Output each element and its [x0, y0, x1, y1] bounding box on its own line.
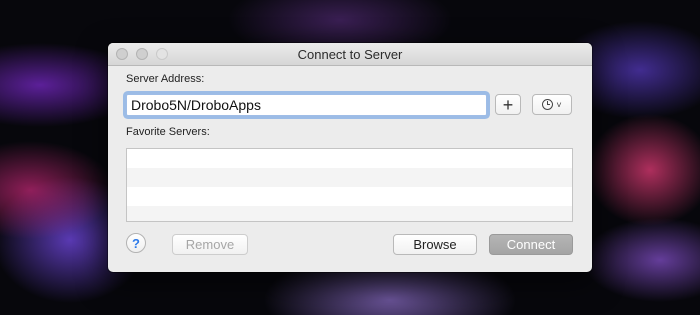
recent-servers-button[interactable]: ˅	[532, 94, 572, 115]
favorite-servers-label: Favorite Servers:	[126, 126, 210, 138]
connect-button[interactable]: Connect	[489, 234, 573, 255]
window-title: Connect to Server	[297, 47, 403, 62]
question-mark-icon: ?	[132, 235, 140, 251]
list-item	[127, 206, 572, 221]
clock-icon	[542, 99, 554, 110]
plus-icon: +	[502, 94, 514, 115]
server-address-label: Server Address:	[126, 73, 205, 85]
list-item	[127, 168, 572, 187]
browse-button[interactable]: Browse	[393, 234, 477, 255]
connect-to-server-window: Connect to Server Server Address: + ˅ Fa…	[108, 43, 592, 272]
chevron-down-icon: ˅	[556, 99, 562, 110]
favorite-servers-list[interactable]	[126, 148, 573, 222]
list-item	[127, 149, 572, 168]
title-bar[interactable]: Connect to Server	[108, 43, 592, 66]
add-favorite-button[interactable]: +	[495, 94, 521, 115]
help-button[interactable]: ?	[126, 233, 146, 253]
list-item	[127, 187, 572, 206]
remove-button[interactable]: Remove	[172, 234, 248, 255]
server-address-input[interactable]	[126, 94, 487, 116]
